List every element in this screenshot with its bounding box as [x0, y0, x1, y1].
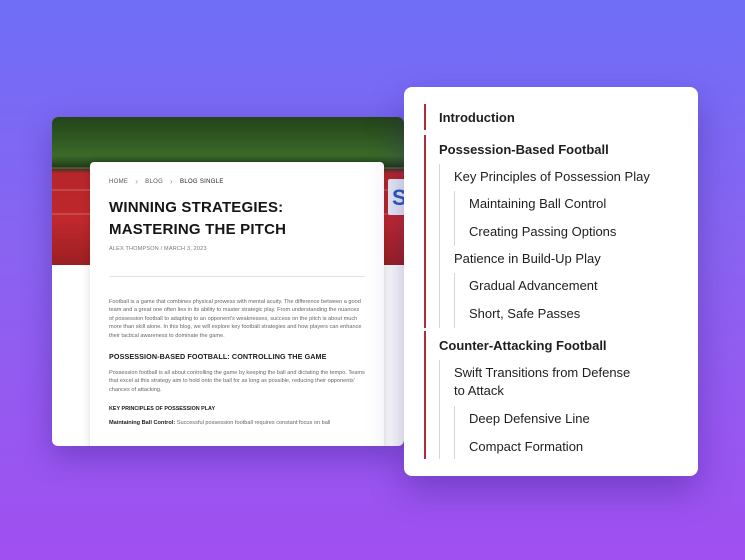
post-title: WINNING STRATEGIES: MASTERING THE PITCH	[109, 199, 287, 238]
toc-item[interactable]: Introduction	[439, 109, 515, 127]
section-heading: POSSESSION-BASED FOOTBALL: CONTROLLING T…	[109, 352, 327, 362]
subsection-label: Maintaining Ball Control:	[109, 420, 176, 427]
toc-nest-line	[439, 164, 440, 328]
stadium-banner: S	[388, 179, 404, 215]
subsection-text: Successful possession football requires …	[175, 420, 331, 427]
toc-active-bar	[424, 104, 426, 130]
article-card: HOME › BLOG › BLOG SINGLE WINNING STRATE…	[90, 162, 384, 446]
post-meta: ALEX THOMPSON / MARCH 3, 2023	[109, 246, 207, 252]
toc-item[interactable]: Patience in Build-Up Play	[454, 250, 601, 268]
toc-item[interactable]: Possession-Based Football	[439, 141, 609, 159]
toc-nest-line	[454, 191, 455, 246]
chevron-right-icon: ›	[135, 177, 139, 186]
toc-nest-line	[454, 273, 455, 328]
toc-item[interactable]: Counter-Attacking Football	[439, 337, 607, 355]
toc-item[interactable]: Compact Formation	[469, 438, 583, 456]
breadcrumb-current: BLOG SINGLE	[180, 179, 224, 185]
toc-item[interactable]: Short, Safe Passes	[469, 305, 580, 323]
toc-item[interactable]: Swift Transitions from Defense to Attack	[454, 364, 644, 400]
toc-item[interactable]: Maintaining Ball Control	[469, 195, 606, 213]
chevron-right-icon: ›	[170, 177, 174, 186]
toc-item[interactable]: Creating Passing Options	[469, 223, 616, 241]
intro-paragraph: Football is a game that combines physica…	[109, 299, 362, 339]
breadcrumb: HOME › BLOG › BLOG SINGLE	[109, 177, 365, 186]
subsection-heading: KEY PRINCIPLES OF POSSESSION PLAY	[109, 406, 216, 413]
subsection-paragraph: Maintaining Ball Control: Successful pos…	[109, 420, 365, 426]
toc-item[interactable]: Gradual Advancement	[469, 277, 598, 295]
section-paragraph: Possession football is all about control…	[109, 370, 365, 393]
breadcrumb-blog[interactable]: BLOG	[145, 179, 163, 185]
divider	[109, 276, 365, 277]
toc-nest-line	[439, 360, 440, 459]
table-of-contents: Introduction Possession-Based Football Key…	[404, 87, 698, 476]
toc-section-bar	[424, 135, 426, 328]
background: S HOME › BLOG › BLOG SINGLE WINNING STRA…	[0, 0, 745, 560]
toc-nest-line	[454, 406, 455, 459]
breadcrumb-home[interactable]: HOME	[109, 179, 128, 185]
blog-page-preview: S HOME › BLOG › BLOG SINGLE WINNING STRA…	[52, 117, 404, 446]
toc-item[interactable]: Key Principles of Possession Play	[454, 168, 650, 186]
toc-item[interactable]: Deep Defensive Line	[469, 410, 590, 428]
toc-section-bar	[424, 331, 426, 459]
